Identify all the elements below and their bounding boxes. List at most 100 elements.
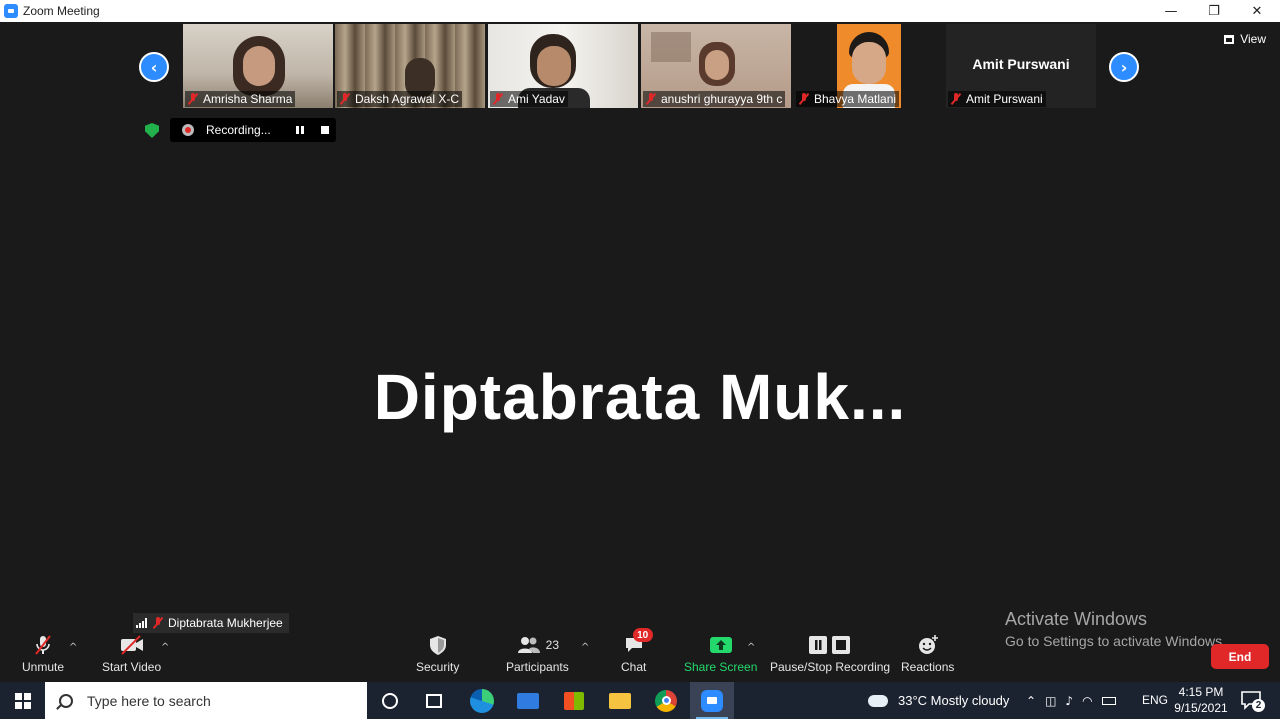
cloud-icon [868,694,888,707]
stop-recording-icon[interactable] [321,126,329,134]
taskbar-file-explorer[interactable] [598,682,642,719]
recording-indicator: Recording... [170,118,336,142]
video-options-caret-icon[interactable]: ^ [161,642,169,653]
start-video-button[interactable]: Start Video [102,634,161,674]
participants-options-caret-icon[interactable]: ^ [581,642,589,653]
edge-browser-icon [470,688,494,713]
activate-windows-watermark: Activate Windows Go to Settings to activ… [1005,609,1226,649]
share-options-caret-icon[interactable]: ^ [747,642,755,653]
participants-count: 23 [545,638,560,652]
wifi-icon[interactable]: ◠ [1082,694,1092,708]
participant-thumbnail[interactable]: Bhavya Matlani [794,24,944,108]
muted-mic-icon [798,93,810,105]
participant-thumbnail[interactable]: Daksh Agrawal X-C [335,24,485,108]
taskbar-edge[interactable] [460,682,504,719]
end-meeting-button[interactable]: End [1211,644,1269,669]
notification-count: 2 [1252,699,1265,712]
notification-center-button[interactable]: 2 [1238,687,1265,713]
search-icon [59,693,73,708]
video-off-icon [119,634,145,656]
window-title: Zoom Meeting [23,4,100,18]
zoom-app-icon [701,689,723,712]
cortana-button[interactable] [368,682,412,719]
active-speaker-tag: Diptabrata Mukherjee [133,613,289,633]
task-view-icon [426,693,442,708]
participant-label: Amrisha Sharma [185,91,296,107]
show-hidden-icons-chevron-icon[interactable]: ⌃ [1026,694,1036,708]
taskbar-mail[interactable] [506,682,550,719]
reactions-icon [916,634,940,656]
reactions-label: Reactions [901,660,955,674]
volume-icon[interactable]: ♪ [1065,694,1073,708]
watermark-subtitle: Go to Settings to activate Windows. [1005,633,1226,649]
minimize-button[interactable]: — [1149,0,1193,22]
mail-icon [517,692,539,709]
start-video-label: Start Video [102,660,162,674]
start-button[interactable] [0,682,45,719]
store-bag-icon [564,691,584,710]
task-view-button[interactable] [412,682,456,719]
unmute-button[interactable]: Unmute [22,634,64,674]
chat-button[interactable]: 10 Chat [621,628,653,674]
windows-logo-icon [14,692,31,709]
participants-icon: 23 [516,634,559,656]
participant-name: Daksh Agrawal X-C [355,92,460,106]
security-button[interactable]: Security [416,634,459,674]
participants-label: Participants [506,660,569,674]
pause-stop-recording-button[interactable]: Pause/Stop Recording [770,634,890,674]
chat-unread-badge: 10 [632,628,653,642]
participant-thumbnail[interactable]: Amit Purswani Amit Purswani [946,24,1096,108]
participant-name: anushri ghurayya 9th c [661,92,783,106]
chat-bubble-icon: 10 [623,628,653,656]
folder-icon [609,692,631,709]
clock-date: 9/15/2021 [1174,701,1228,715]
restore-button[interactable]: ❐ [1192,0,1236,22]
participant-label: Daksh Agrawal X-C [337,91,463,107]
clock-time: 4:15 PM [1178,685,1224,699]
participant-label: Bhavya Matlani [796,91,900,107]
participant-thumbnail[interactable]: Ami Yadav [488,24,638,108]
close-button[interactable]: ✕ [1235,0,1279,22]
battery-icon[interactable] [1101,696,1116,705]
view-label: View [1240,32,1266,46]
system-clock[interactable]: 4:15 PM 9/15/2021 [1170,684,1232,716]
input-language[interactable]: ENG [1142,693,1168,707]
weather-widget[interactable]: 33°C Mostly cloudy [868,682,1009,719]
chrome-browser-icon [655,689,677,712]
encryption-shield-icon[interactable] [145,123,159,138]
audio-options-caret-icon[interactable]: ^ [69,642,77,653]
participant-name: Ami Yadav [508,92,565,106]
participant-name: Amit Purswani [966,92,1043,106]
previous-page-button[interactable]: ‹ [139,52,169,82]
muted-mic-icon [187,93,199,105]
participants-button[interactable]: 23 Participants [506,634,569,674]
view-button[interactable]: View [1224,32,1266,46]
participant-label: Amit Purswani [948,91,1046,107]
watermark-title: Activate Windows [1005,609,1148,629]
participant-label: Ami Yadav [490,91,568,107]
muted-mic-icon [645,93,657,105]
taskbar-search-box[interactable]: Type here to search [45,682,367,719]
security-label: Security [416,660,460,674]
chevron-right-icon: › [1120,57,1128,77]
share-screen-button[interactable]: Share Screen [684,634,757,674]
next-page-button[interactable]: › [1109,52,1139,82]
recording-control-label: Pause/Stop Recording [770,660,891,674]
active-speaker-full-name: Diptabrata Mukherjee [168,616,283,630]
signal-strength-icon [136,618,147,628]
taskbar-store[interactable] [552,682,596,719]
muted-mic-icon [339,93,351,105]
muted-mic-icon [950,93,962,105]
participant-thumbnail[interactable]: anushri ghurayya 9th c [641,24,791,108]
pause-recording-icon[interactable] [296,126,304,134]
chat-label: Chat [621,660,647,674]
view-grid-icon [1224,34,1235,44]
taskbar-chrome[interactable] [644,682,688,719]
participant-thumbnail[interactable]: Amrisha Sharma [183,24,333,108]
meet-now-icon[interactable]: ◫ [1045,694,1056,708]
microphone-muted-icon [32,634,54,656]
reactions-button[interactable]: Reactions [901,634,954,674]
weather-text: 33°C Mostly cloudy [898,693,1010,708]
taskbar-zoom[interactable] [690,682,734,719]
participant-name: Bhavya Matlani [814,92,897,106]
